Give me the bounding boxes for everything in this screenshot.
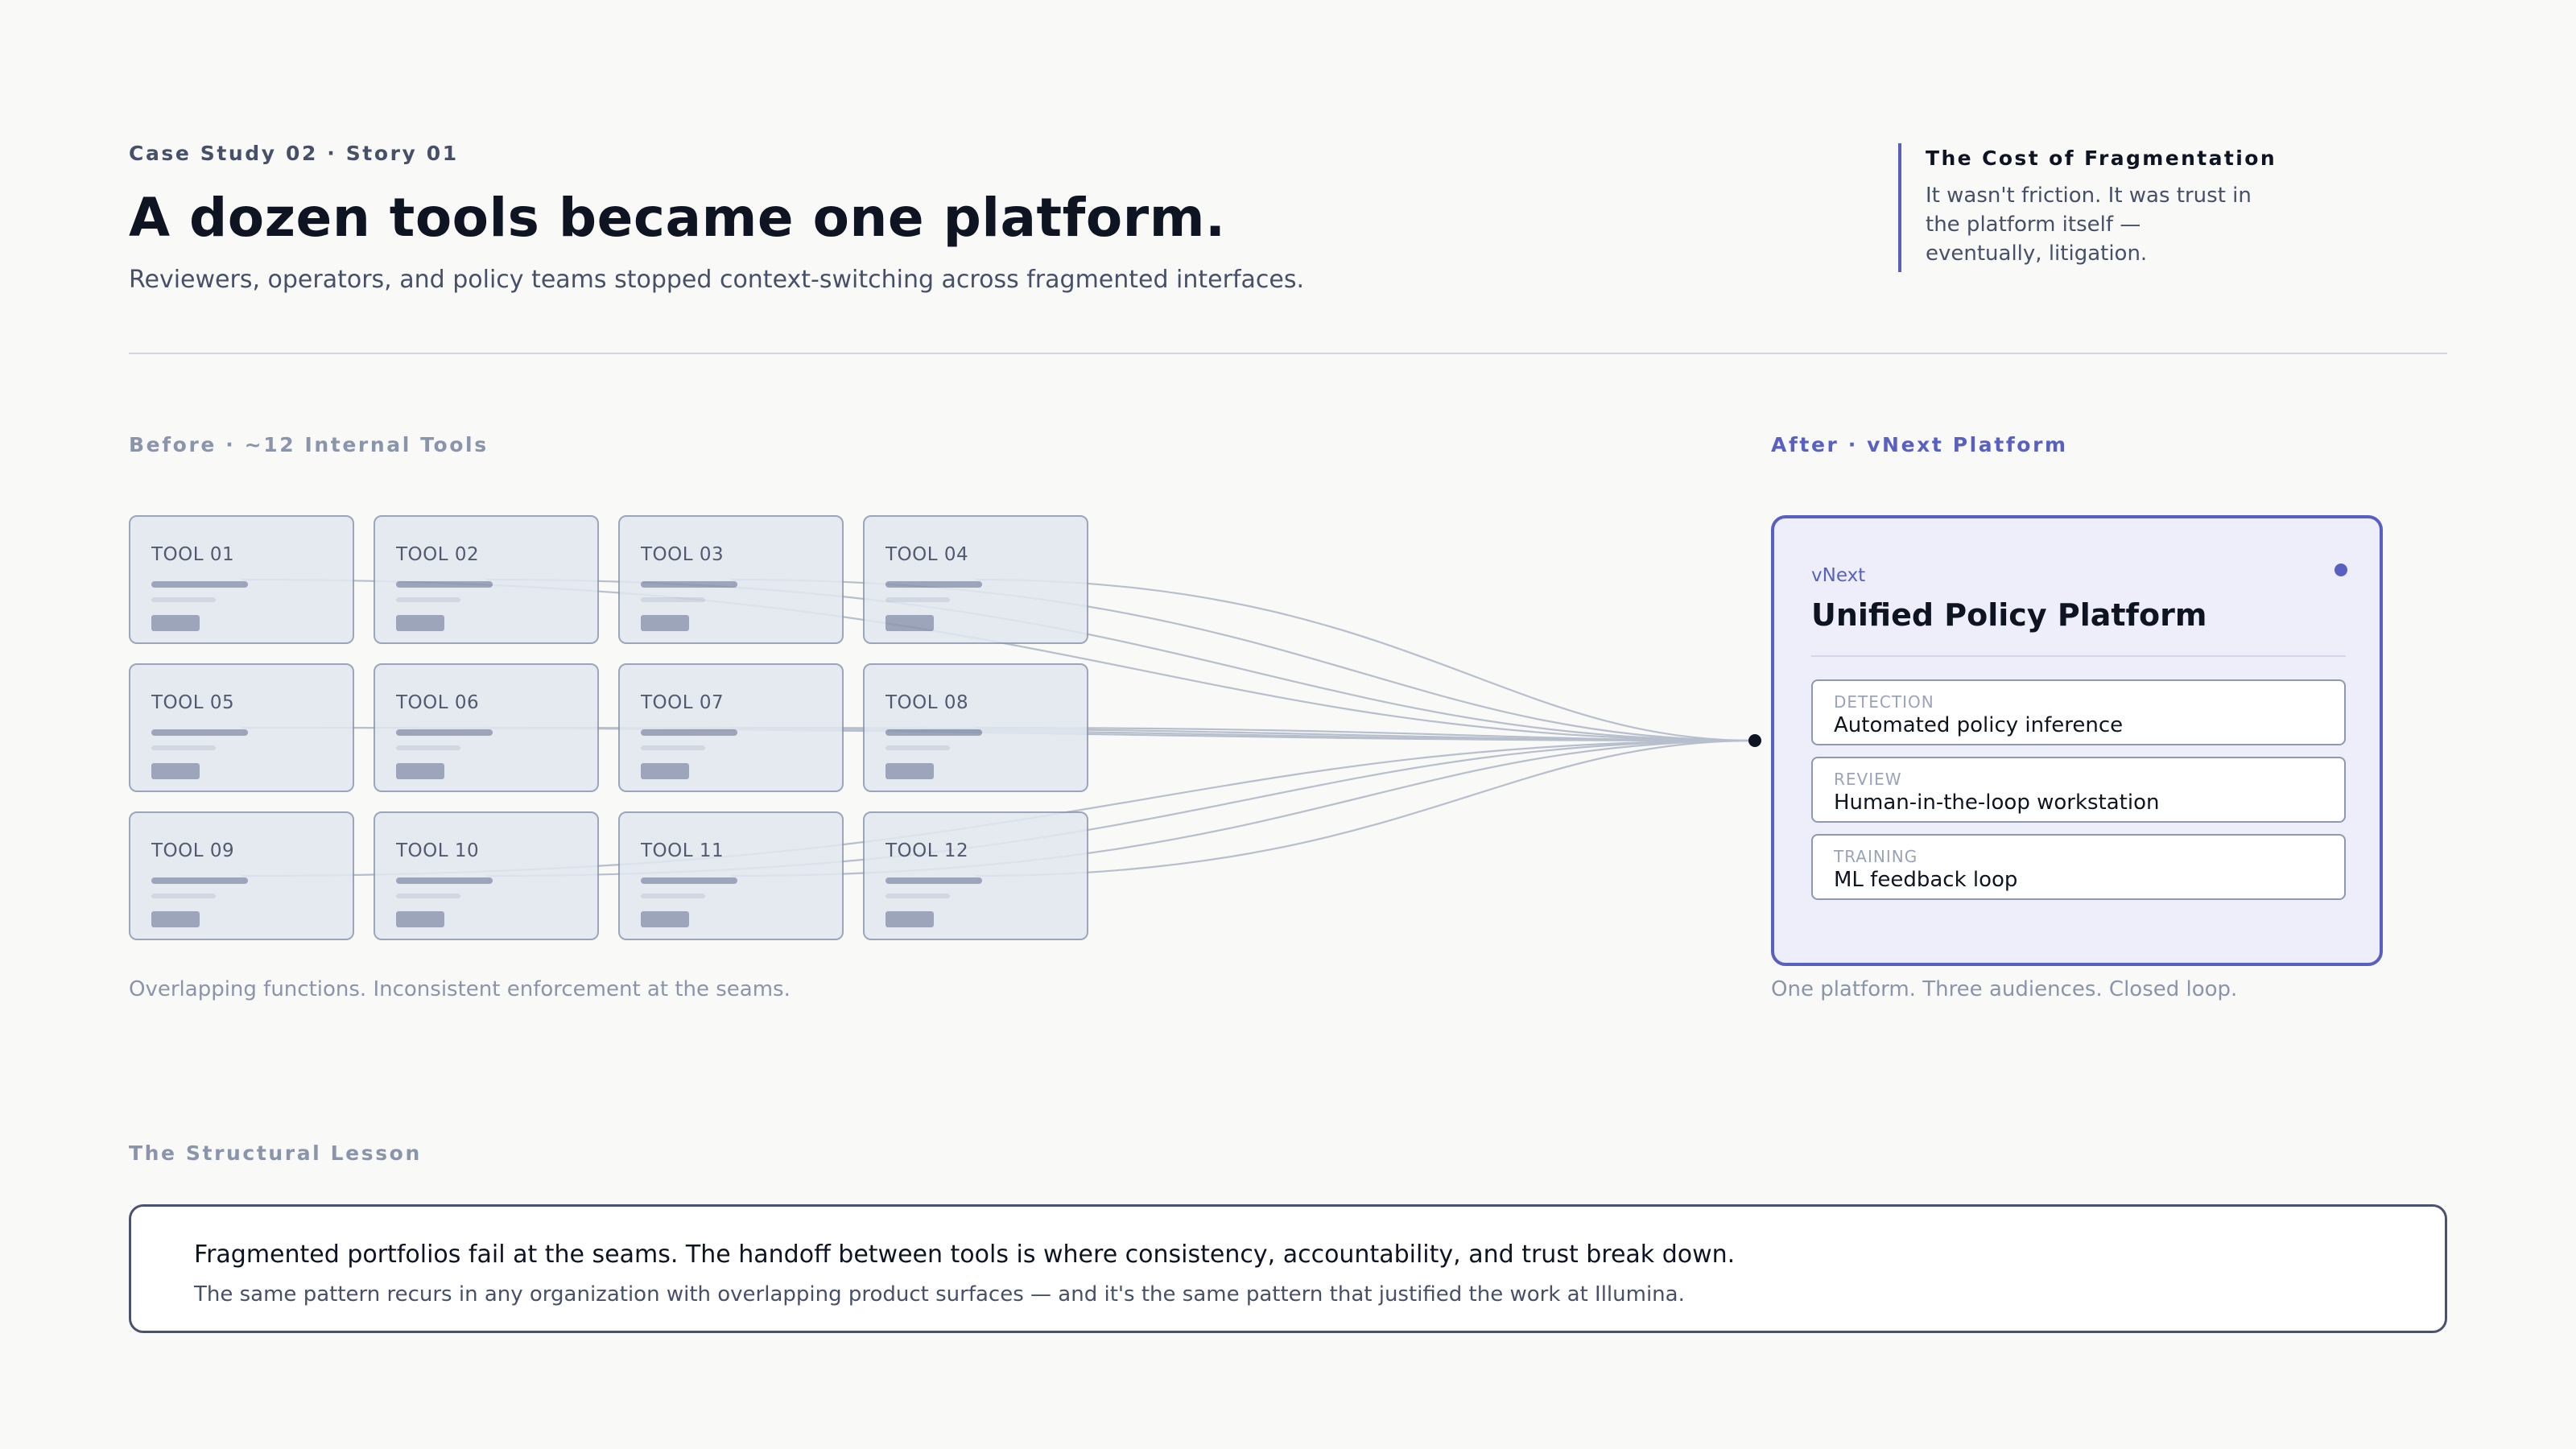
tool-label: TOOL 06 <box>396 692 480 713</box>
module-training: TRAINING ML feedback loop <box>1811 834 2346 900</box>
tool-tile: TOOL 09 <box>129 811 354 940</box>
module-kicker: TRAINING <box>1834 847 1918 866</box>
tool-tile: TOOL 08 <box>863 663 1088 792</box>
tool-label: TOOL 07 <box>641 692 724 713</box>
placeholder-bar <box>886 597 950 602</box>
tool-tile: TOOL 06 <box>374 663 599 792</box>
placeholder-chip <box>886 911 934 927</box>
placeholder-chip <box>396 615 444 631</box>
placeholder-bar <box>151 877 248 884</box>
tool-tile: TOOL 04 <box>863 515 1088 644</box>
platform-divider <box>1811 655 2346 657</box>
convergence-point <box>1748 734 1761 747</box>
platform-title: Unified Policy Platform <box>1811 597 2207 633</box>
tool-tile: TOOL 10 <box>374 811 599 940</box>
tool-label: TOOL 11 <box>641 840 724 861</box>
platform-card: vNext Unified Policy Platform DETECTION … <box>1771 515 2383 966</box>
placeholder-bar <box>151 581 248 588</box>
placeholder-bar <box>396 745 460 750</box>
tool-label: TOOL 10 <box>396 840 480 861</box>
placeholder-bar <box>396 894 460 898</box>
placeholder-bar <box>396 581 493 588</box>
before-caption: Overlapping functions. Inconsistent enfo… <box>129 977 791 1001</box>
placeholder-bar <box>886 581 982 588</box>
placeholder-bar <box>641 877 737 884</box>
tool-tile: TOOL 03 <box>618 515 844 644</box>
tool-label: TOOL 12 <box>886 840 969 861</box>
tool-tile: TOOL 01 <box>129 515 354 644</box>
lesson-headline: Fragmented portfolios fail at the seams.… <box>194 1241 1736 1269</box>
tool-tile: TOOL 02 <box>374 515 599 644</box>
placeholder-bar <box>151 745 216 750</box>
placeholder-chip <box>886 615 934 631</box>
placeholder-bar <box>151 729 248 736</box>
placeholder-chip <box>151 615 200 631</box>
placeholder-chip <box>151 763 200 779</box>
status-dot-icon <box>2334 564 2347 576</box>
module-name: Automated policy inference <box>1834 713 2124 737</box>
placeholder-bar <box>641 581 737 588</box>
placeholder-bar <box>396 597 460 602</box>
placeholder-chip <box>396 911 444 927</box>
tool-label: TOOL 09 <box>151 840 235 861</box>
placeholder-chip <box>396 763 444 779</box>
tool-label: TOOL 02 <box>396 544 480 565</box>
placeholder-bar <box>641 745 705 750</box>
after-caption: One platform. Three audiences. Closed lo… <box>1771 977 2238 1001</box>
placeholder-bar <box>641 597 705 602</box>
placeholder-chip <box>886 763 934 779</box>
module-name: ML feedback loop <box>1834 868 2018 892</box>
lesson-body: The same pattern recurs in any organizat… <box>194 1282 1685 1307</box>
placeholder-bar <box>396 877 493 884</box>
tool-tile: TOOL 05 <box>129 663 354 792</box>
tool-label: TOOL 01 <box>151 544 235 565</box>
platform-kicker: vNext <box>1811 565 1866 586</box>
tool-tile: TOOL 11 <box>618 811 844 940</box>
module-kicker: REVIEW <box>1834 770 1902 789</box>
placeholder-bar <box>641 894 705 898</box>
lesson-label: The Structural Lesson <box>129 1141 422 1165</box>
placeholder-chip <box>641 615 689 631</box>
placeholder-bar <box>886 894 950 898</box>
tool-tile: TOOL 07 <box>618 663 844 792</box>
lesson-box: Fragmented portfolios fail at the seams.… <box>129 1204 2447 1333</box>
placeholder-bar <box>151 597 216 602</box>
module-name: Human-in-the-loop workstation <box>1834 791 2160 815</box>
tool-label: TOOL 05 <box>151 692 235 713</box>
placeholder-chip <box>641 911 689 927</box>
tool-label: TOOL 04 <box>886 544 969 565</box>
module-detection: DETECTION Automated policy inference <box>1811 679 2346 745</box>
placeholder-bar <box>396 729 493 736</box>
placeholder-bar <box>151 894 216 898</box>
module-review: REVIEW Human-in-the-loop workstation <box>1811 757 2346 823</box>
placeholder-bar <box>641 729 737 736</box>
placeholder-bar <box>886 745 950 750</box>
placeholder-bar <box>886 729 982 736</box>
tool-label: TOOL 08 <box>886 692 969 713</box>
placeholder-chip <box>151 911 200 927</box>
module-kicker: DETECTION <box>1834 692 1934 712</box>
tool-tile: TOOL 12 <box>863 811 1088 940</box>
placeholder-bar <box>886 877 982 884</box>
tool-label: TOOL 03 <box>641 544 724 565</box>
placeholder-chip <box>641 763 689 779</box>
